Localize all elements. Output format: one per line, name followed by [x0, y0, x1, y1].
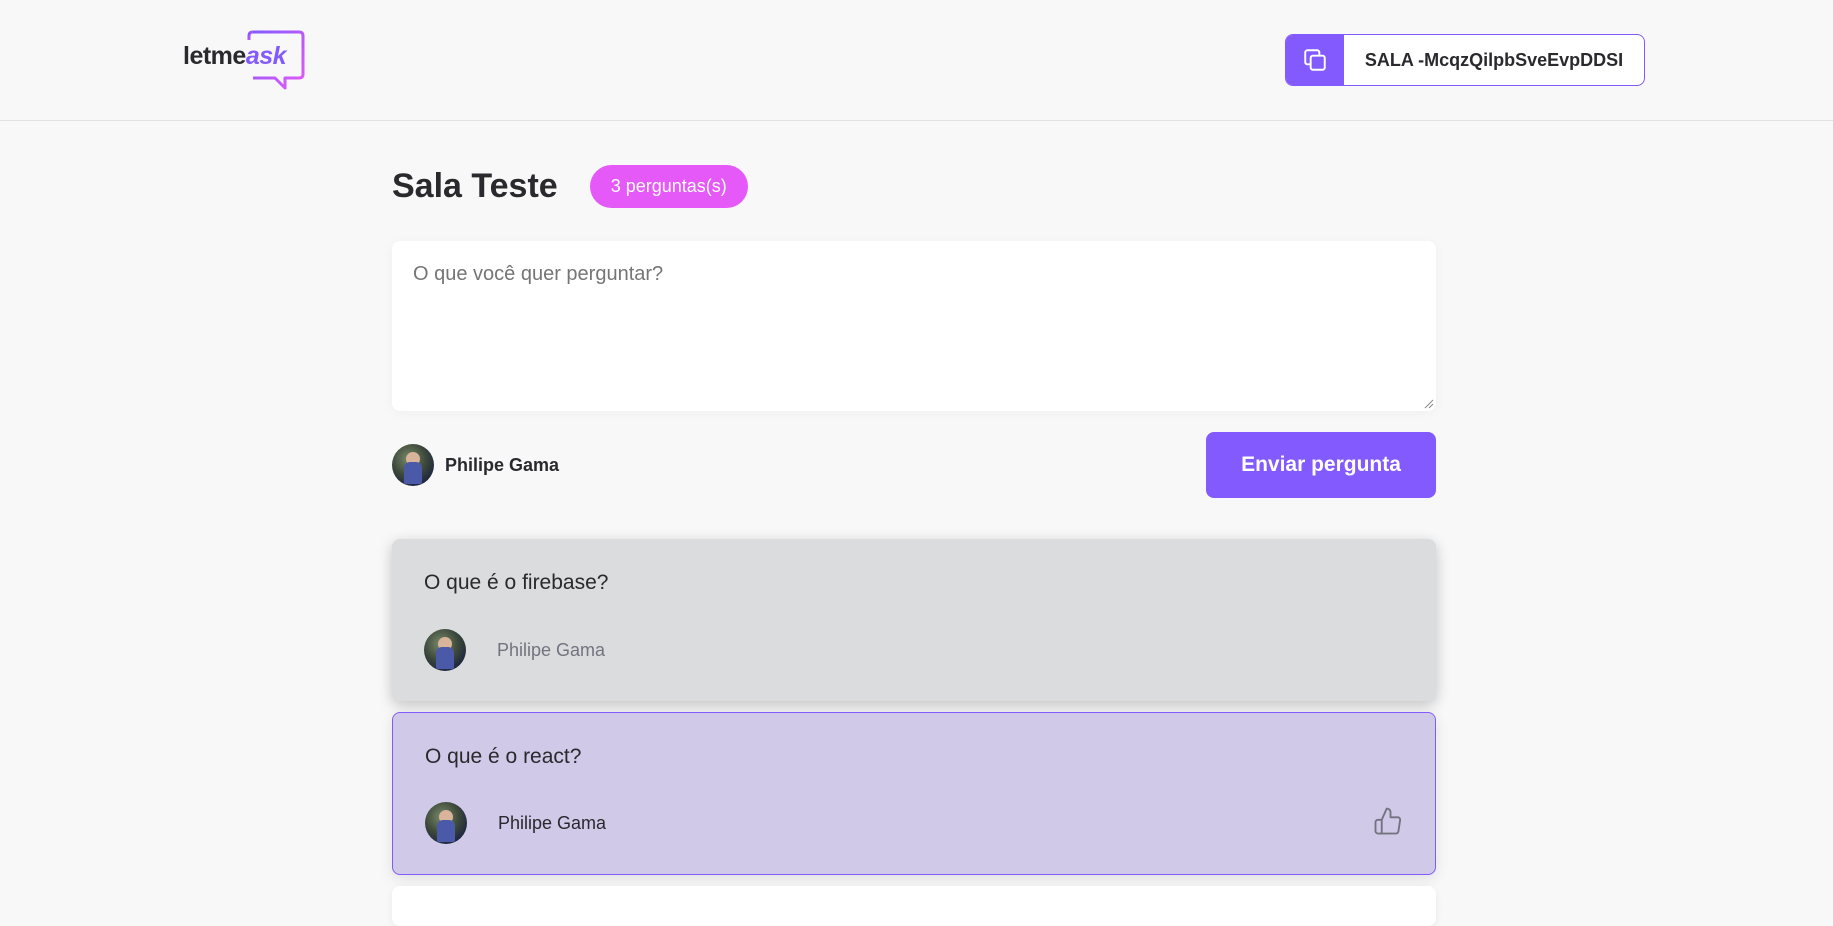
avatar	[392, 444, 434, 486]
current-user-name: Philipe Gama	[445, 454, 560, 475]
question-author: Philipe Gama	[425, 802, 1403, 844]
question-card-answered: O que é o firebase? Philipe Gama	[392, 539, 1436, 701]
speech-bubble-icon	[247, 30, 305, 90]
room-title-row: Sala Teste 3 perguntas(s)	[392, 165, 748, 208]
question-text: O que é o react?	[425, 745, 582, 768]
room-code-label: SALA -McqzQilpbSveEvpDDSI	[1364, 49, 1624, 70]
question-card-highlighted: O que é o react? Philipe Gama	[392, 712, 1436, 875]
question-count-badge: 3 perguntas(s)	[589, 165, 748, 208]
room-code-button[interactable]: SALA -McqzQilpbSveEvpDDSI	[1285, 34, 1645, 86]
question-form-footer: Philipe Gama Enviar pergunta	[392, 432, 1436, 498]
room-title: Sala Teste	[392, 167, 558, 205]
question-input[interactable]	[392, 241, 1436, 411]
copy-icon	[1286, 35, 1344, 85]
question-text: O que é o firebase?	[424, 571, 609, 594]
letmeask-logo[interactable]: letmeask	[183, 30, 307, 90]
resize-handle-icon[interactable]	[1424, 399, 1434, 409]
top-bar: letmeask SALA -McqzQilpbSveEvpDDSI	[0, 0, 1833, 121]
avatar	[425, 802, 467, 844]
current-user: Philipe Gama	[392, 444, 559, 486]
question-card	[392, 886, 1436, 926]
author-name: Philipe Gama	[498, 812, 607, 833]
question-author: Philipe Gama	[424, 629, 1404, 671]
like-button[interactable]	[1373, 806, 1403, 839]
avatar	[424, 629, 466, 671]
author-name: Philipe Gama	[497, 639, 606, 660]
thumbs-up-icon	[1374, 807, 1402, 835]
send-question-button[interactable]: Enviar pergunta	[1206, 432, 1436, 498]
